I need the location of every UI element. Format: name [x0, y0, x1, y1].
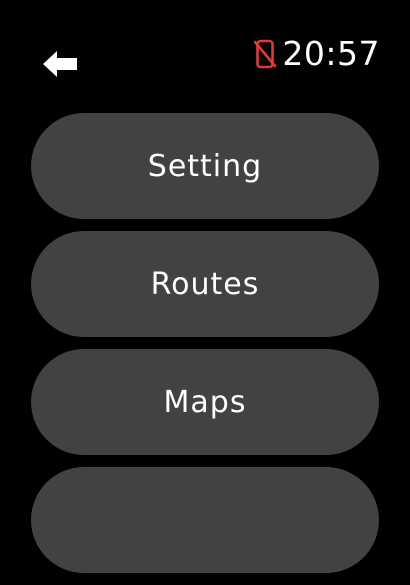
- setting-button-label: Setting: [147, 148, 263, 184]
- back-button[interactable]: [38, 46, 82, 82]
- back-arrow-icon: [43, 51, 77, 77]
- menu-list: Setting Routes Maps: [31, 113, 379, 585]
- menu-item-partial[interactable]: [31, 467, 379, 573]
- status-bar: 20:57: [0, 0, 410, 100]
- routes-button-label: Routes: [150, 266, 260, 302]
- maps-button-label: Maps: [163, 384, 247, 420]
- phone-disconnected-icon: [252, 37, 278, 71]
- clock: 20:57: [282, 34, 380, 73]
- routes-button[interactable]: Routes: [31, 231, 379, 337]
- status-indicators: 20:57: [252, 34, 380, 74]
- maps-button[interactable]: Maps: [31, 349, 379, 455]
- setting-button[interactable]: Setting: [31, 113, 379, 219]
